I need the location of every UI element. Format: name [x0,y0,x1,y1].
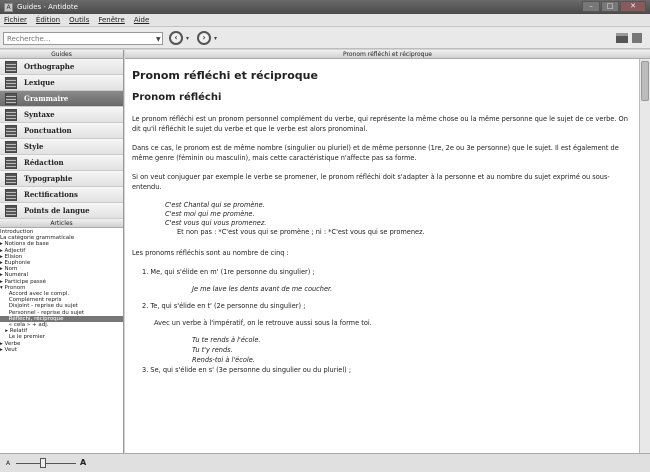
guide-book-icon [5,156,17,169]
guide-item-label: Lexique [24,78,55,87]
minimize-button[interactable]: – [582,1,600,12]
guide-book-icon [5,140,17,153]
list-item-1: 1. Me, qui s'élide en m' (1re personne d… [142,268,315,276]
guide-book-icon [5,172,17,185]
guide-book-icon [5,92,17,105]
list-item-1-example: Je me lave les dents avant de me coucher… [192,285,333,293]
article-list-item[interactable]: ▸ Veut [0,347,123,353]
guide-item-label: Syntaxe [24,110,55,119]
example-2: C'est moi qui me promène. [165,210,255,218]
content-header: Pronom réfléchi et réciproque [125,50,650,59]
menu-fichier[interactable]: Fichier [4,16,27,24]
article-subtitle: Pronom réfléchi [132,92,222,103]
example-3: C'est vous qui vous promenez. [165,219,267,227]
small-text-icon: A [6,460,11,467]
guide-item-label: Rectifications [24,190,78,199]
list-item-2-note: Avec un verbe à l'impératif, on le retro… [154,319,372,327]
guide-item[interactable]: Grammaire [0,91,123,107]
paragraph-4: Les pronoms réfléchis sont au nombre de … [132,249,289,257]
guide-item[interactable]: Syntaxe [0,107,123,123]
article-title: Pronom réfléchi et réciproque [132,69,318,82]
window-title: Guides - Antidote [17,3,78,11]
guides-list: Orthographe Lexique Grammaire Syntaxe Ponctu… [0,59,123,219]
slider-track[interactable] [16,463,76,464]
menu-aide[interactable]: Aide [134,16,149,24]
content-scrollbar[interactable] [639,59,650,453]
back-button[interactable]: ‹ [169,31,183,45]
guide-book-icon [5,108,17,121]
guide-item[interactable]: Style [0,139,123,155]
guide-item-label: Ponctuation [24,126,72,135]
options-icon[interactable] [632,33,642,43]
guide-book-icon [5,188,17,201]
menu-bar: Fichier Édition Outils Fenêtre Aide [0,14,650,27]
slider-knob[interactable] [40,458,46,468]
toolbar: ▼ ‹ ▾ › ▾ [0,27,650,49]
window-titlebar: A Guides - Antidote – □ ✕ [0,0,650,14]
close-button[interactable]: ✕ [620,1,646,12]
maximize-button[interactable]: □ [601,1,619,12]
guides-header: Guides [0,50,123,59]
list-item-2-example-2: Tu t'y rends. [192,346,233,354]
list-item-2-example-1: Tu te rends à l'école. [192,336,261,344]
menu-edition[interactable]: Édition [36,16,60,24]
menu-outils[interactable]: Outils [69,16,89,24]
search-dropdown-icon[interactable]: ▼ [156,36,161,43]
guide-item-label: Grammaire [24,94,69,103]
guide-item-label: Typographie [24,174,73,183]
search-input[interactable] [3,32,163,45]
articles-header: Articles [0,219,123,228]
guide-book-icon [5,204,17,217]
list-item-3: 3. Se, qui s'élide en s' (3e personne du… [142,366,352,374]
list-item-2-example-3: Rends-toi à l'école. [192,356,255,364]
guide-item-label: Style [24,142,44,151]
paragraph-1: Le pronom réfléchi est un pronom personn… [132,115,628,133]
antidote-app-icon: A [4,2,13,12]
article-content: Pronom réfléchi et réciproque Pronom réf… [125,59,639,453]
guide-book-icon [5,124,17,137]
guide-item[interactable]: Rectifications [0,187,123,203]
list-item-2: 2. Te, qui s'élide en t' (2e personne du… [142,302,306,310]
print-icon[interactable] [616,33,628,43]
guide-item-label: Orthographe [24,62,75,71]
guide-book-icon [5,60,17,73]
paragraph-3: Si on veut conjuguer par exemple le verb… [132,173,610,191]
large-text-icon: A [80,458,87,467]
forward-button[interactable]: › [197,31,211,45]
menu-fenetre[interactable]: Fenêtre [98,16,124,24]
guide-item[interactable]: Points de langue [0,203,123,219]
example-1: C'est Chantal qui se promène. [165,201,265,209]
guide-item[interactable]: Orthographe [0,59,123,75]
back-history-chevron-icon[interactable]: ▾ [186,35,189,42]
articles-list: Introduction La catégorie grammaticale ▸ N… [0,228,123,453]
window-controls: – □ ✕ [582,1,646,12]
guide-item-label: Rédaction [24,158,64,167]
guide-item[interactable]: Lexique [0,75,123,91]
guide-item-label: Points de langue [24,206,90,215]
forward-history-chevron-icon[interactable]: ▾ [214,35,217,42]
example-note: Et non pas : *C'est vous qui se promène … [177,228,425,236]
status-bar: A A [0,453,650,472]
paragraph-2: Dans ce cas, le pronom est de même nombr… [132,144,619,162]
guide-item[interactable]: Ponctuation [0,123,123,139]
guide-item[interactable]: Rédaction [0,155,123,171]
scrollbar-thumb[interactable] [641,61,649,101]
guide-item[interactable]: Typographie [0,171,123,187]
text-size-slider[interactable]: A A [6,458,96,469]
side-pane: Guides Orthographe Lexique Grammaire Syntax… [0,50,124,453]
guide-book-icon [5,76,17,89]
